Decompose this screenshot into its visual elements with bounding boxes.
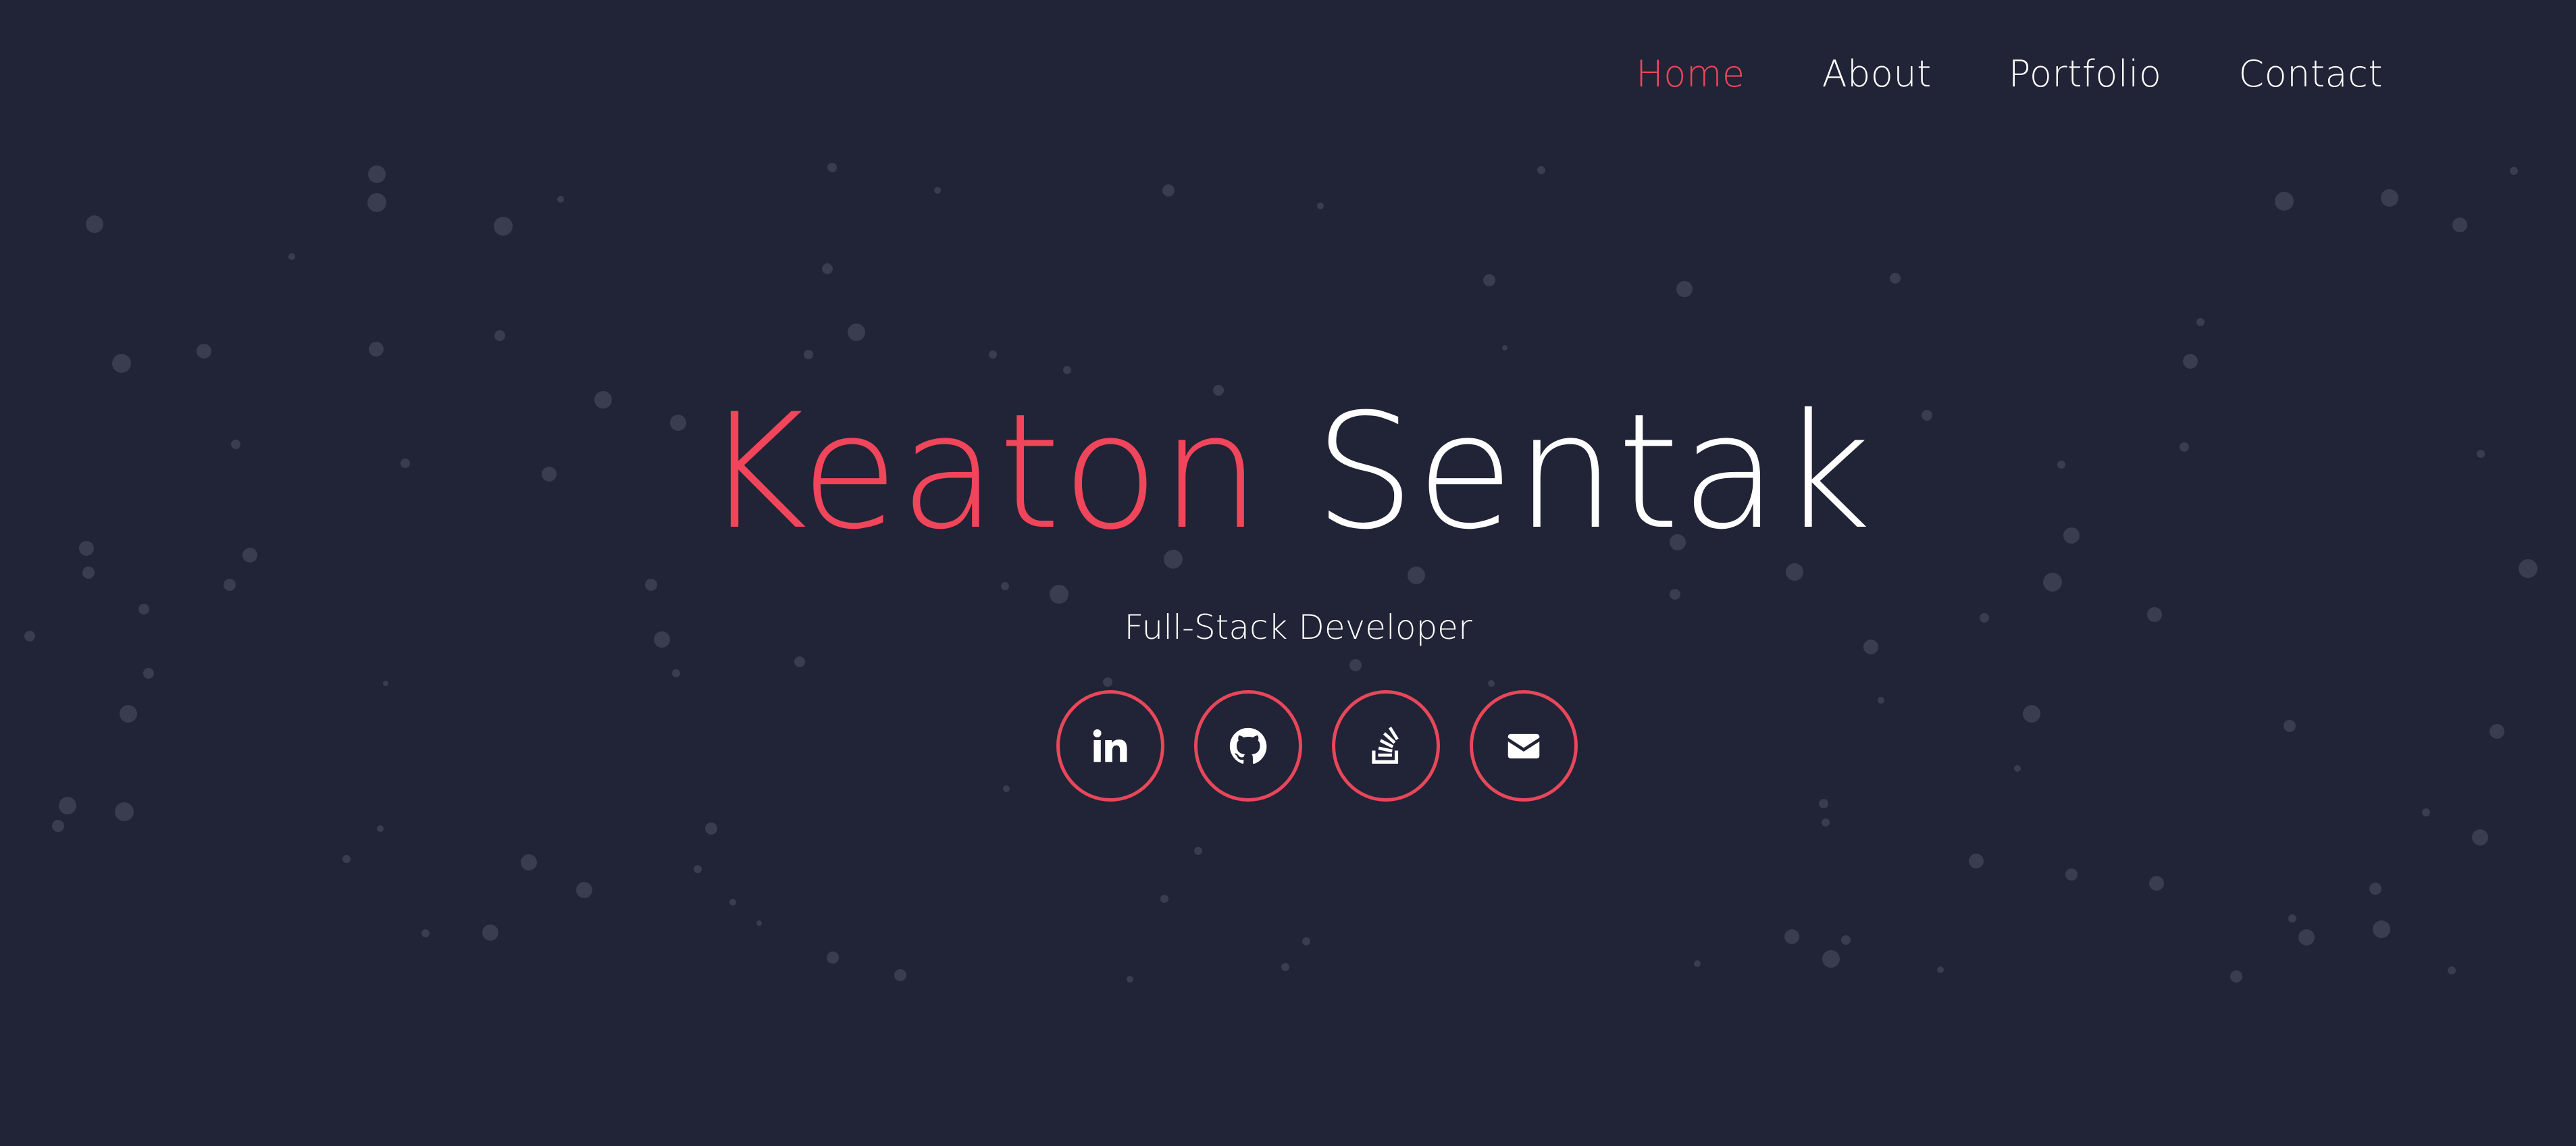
- nav-home[interactable]: Home: [1636, 53, 1745, 95]
- linkedin-button[interactable]: [1056, 690, 1164, 802]
- hero-last-name: Sentak: [1314, 380, 1873, 565]
- hero-first-name: Keaton: [703, 380, 1263, 565]
- stackoverflow-button[interactable]: [1332, 690, 1440, 802]
- hero-subtitle: Full-Stack Developer: [1124, 608, 1472, 647]
- stackoverflow-icon: [1372, 726, 1399, 764]
- linkedin-icon: [1093, 729, 1127, 762]
- envelope-icon: [1508, 733, 1540, 758]
- social-links: [1056, 690, 1578, 802]
- page: Home About Portfolio Contact Keaton Sent…: [0, 0, 2576, 1146]
- particle-background: [24, 163, 2538, 983]
- nav-about[interactable]: About: [1822, 53, 1932, 95]
- nav-portfolio[interactable]: Portfolio: [2009, 53, 2162, 95]
- github-button[interactable]: [1194, 690, 1302, 802]
- main-nav: Home About Portfolio Contact: [1636, 53, 2383, 95]
- email-button[interactable]: [1470, 690, 1578, 802]
- github-icon: [1229, 727, 1267, 764]
- nav-contact[interactable]: Contact: [2238, 53, 2383, 95]
- hero-name: Keaton Sentak: [0, 382, 2576, 564]
